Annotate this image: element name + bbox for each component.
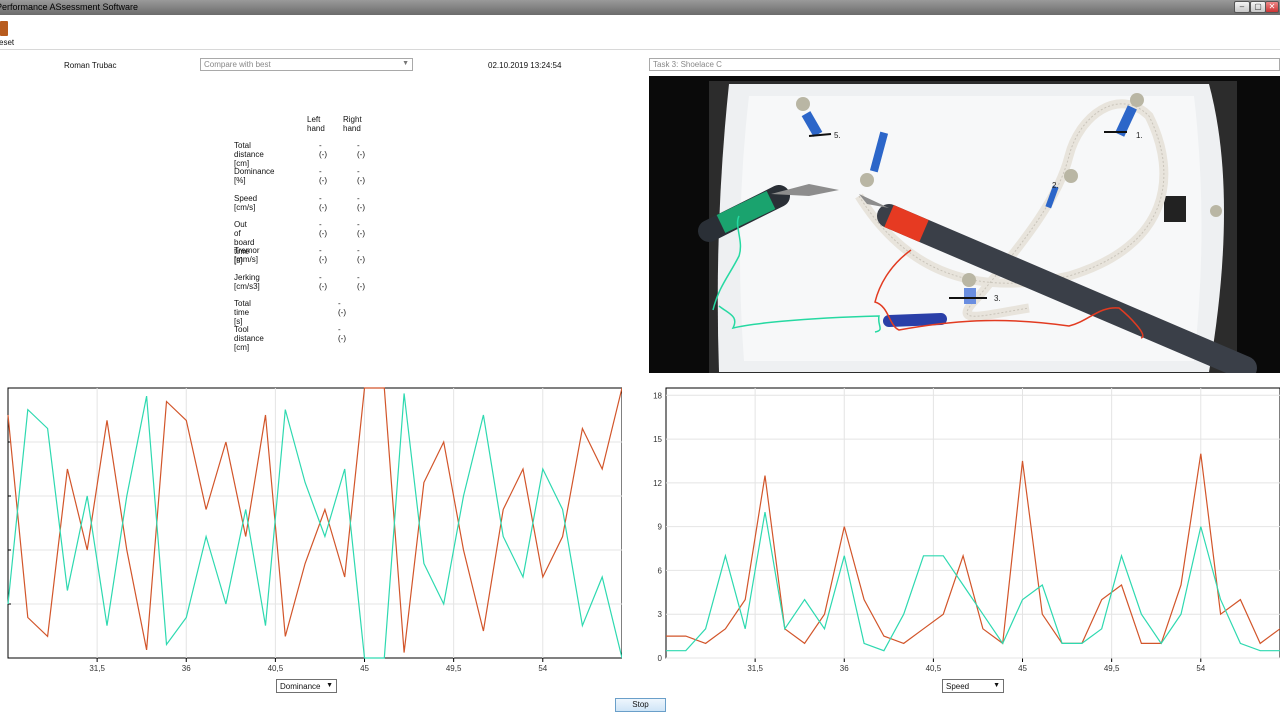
x-tick-label: 31,5	[747, 664, 763, 673]
video-feed: 5. 1. 2. 3.	[649, 76, 1280, 373]
reset-label[interactable]: eset	[0, 38, 14, 47]
x-tick-label: 45	[360, 664, 369, 673]
right-metric-select[interactable]: Speed ▼	[942, 679, 1004, 693]
window-title: Performance ASsessment Software	[0, 2, 139, 12]
plot-area	[665, 387, 1280, 659]
marker-3: 3.	[994, 294, 1001, 303]
y-tick-label: 0	[658, 654, 663, 663]
x-tick-label: 36	[182, 664, 191, 673]
close-button[interactable]: ✕	[1265, 1, 1279, 13]
stat-label: Total distance [cm]	[234, 141, 264, 168]
reset-icon[interactable]	[0, 21, 8, 36]
col-left-hand: Left hand	[307, 115, 325, 133]
y-tick-label: 18	[653, 391, 662, 400]
y-tick-label: 3	[658, 610, 663, 619]
task-field[interactable]: Task 3: Shoelace C	[649, 58, 1280, 71]
stop-button[interactable]: Stop	[615, 698, 666, 712]
minimize-button[interactable]: –	[1234, 1, 1250, 13]
marker-2: 2.	[1052, 181, 1059, 190]
stat-left-value: - (-)	[319, 194, 327, 212]
x-tick-label: 54	[538, 664, 547, 673]
chevron-down-icon: ▼	[993, 682, 1000, 689]
left-metric-select[interactable]: Dominance ▼	[276, 679, 337, 693]
x-tick-label: 36	[840, 664, 849, 673]
task-label: Task 3: Shoelace C	[653, 60, 722, 69]
stat-left-value: - (-)	[319, 141, 327, 159]
toolbar	[0, 15, 1280, 50]
stat-combined-value: - (-)	[338, 325, 346, 343]
y-tick-label: 12	[653, 479, 662, 488]
y-tick-label: 6	[658, 566, 663, 575]
compare-select[interactable]: Compare with best ▼	[200, 58, 413, 71]
x-tick-label: 45	[1018, 664, 1027, 673]
stat-combined-value: - (-)	[338, 299, 346, 317]
stat-right-value: - (-)	[357, 273, 365, 291]
x-tick-label: 31,5	[89, 664, 105, 673]
session-datetime: 02.10.2019 13:24:54	[488, 61, 562, 70]
stat-left-value: - (-)	[319, 220, 327, 238]
dominance-chart: 31,5 36 40,5 45 49,5 54	[0, 386, 622, 676]
right-metric-value: Speed	[946, 682, 970, 691]
stat-label: Tremor [mm/s]	[234, 246, 260, 264]
stat-left-value: - (-)	[319, 167, 327, 185]
x-tick-label: 40,5	[268, 664, 284, 673]
speed-chart: 31,5 36 40,5 45 49,5 540369121518	[636, 386, 1280, 676]
title-bar: Performance ASsessment Software – ▢ ✕	[0, 0, 1280, 15]
chevron-down-icon: ▼	[402, 60, 409, 67]
col-right-hand: Right hand	[343, 115, 362, 133]
x-tick-label: 40,5	[926, 664, 942, 673]
left-metric-value: Dominance	[280, 682, 321, 691]
marker-5: 5.	[834, 131, 841, 140]
stat-left-value: - (-)	[319, 246, 327, 264]
stat-right-value: - (-)	[357, 246, 365, 264]
x-tick-label: 54	[1196, 664, 1205, 673]
maximize-button[interactable]: ▢	[1250, 1, 1266, 13]
stat-label: Total time [s]	[234, 299, 251, 326]
stat-right-value: - (-)	[357, 167, 365, 185]
training-board-image: 5. 1. 2. 3.	[649, 76, 1280, 373]
stat-label: Speed [cm/s]	[234, 194, 258, 212]
y-tick-label: 15	[653, 435, 662, 444]
plot-area	[7, 387, 622, 659]
chevron-down-icon: ▼	[326, 682, 333, 689]
stat-label: Dominance [%]	[234, 167, 275, 185]
user-name: Roman Trubac	[64, 61, 117, 70]
y-tick-label: 9	[658, 523, 663, 532]
stat-right-value: - (-)	[357, 220, 365, 238]
stat-right-value: - (-)	[357, 141, 365, 159]
stat-right-value: - (-)	[357, 194, 365, 212]
stat-label: Tool distance [cm]	[234, 325, 264, 352]
stat-label: Jerking [cm/s3]	[234, 273, 260, 291]
compare-select-value: Compare with best	[204, 60, 271, 69]
x-tick-label: 49,5	[1104, 664, 1120, 673]
x-tick-label: 49,5	[446, 664, 462, 673]
marker-1: 1.	[1136, 131, 1143, 140]
stat-left-value: - (-)	[319, 273, 327, 291]
